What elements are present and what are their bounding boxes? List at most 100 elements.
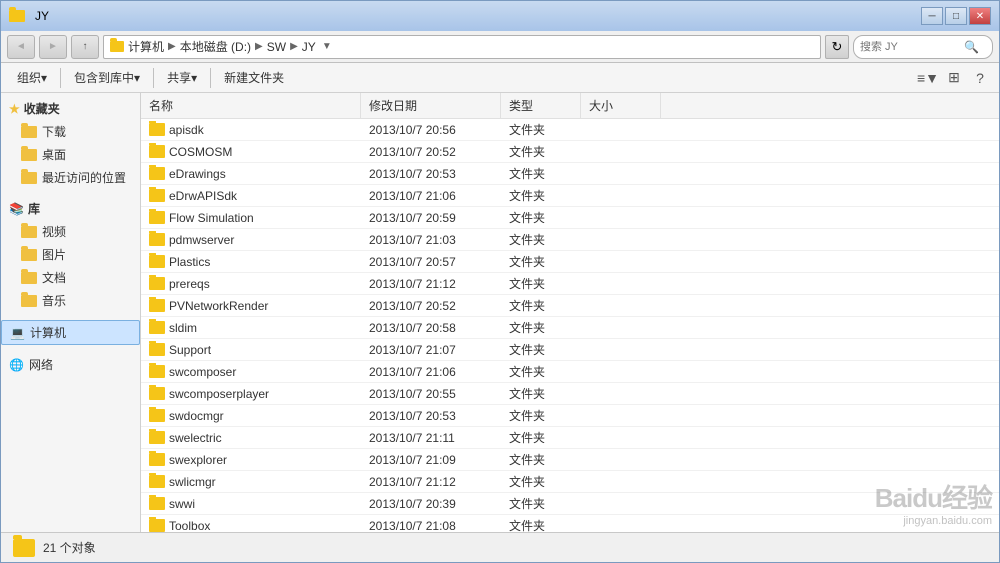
table-row[interactable]: eDrawings 2013/10/7 20:53 文件夹	[141, 163, 999, 185]
table-row[interactable]: swcomposerplayer 2013/10/7 20:55 文件夹	[141, 383, 999, 405]
file-name-cell: COSMOSM	[141, 143, 361, 161]
table-row[interactable]: swelectric 2013/10/7 21:11 文件夹	[141, 427, 999, 449]
table-row[interactable]: swexplorer 2013/10/7 21:09 文件夹	[141, 449, 999, 471]
table-row[interactable]: apisdk 2013/10/7 20:56 文件夹	[141, 119, 999, 141]
file-name: swcomposerplayer	[169, 387, 269, 401]
file-name-cell: swelectric	[141, 429, 361, 447]
file-name-cell: Toolbox	[141, 517, 361, 533]
file-type-cell: 文件夹	[501, 229, 581, 250]
file-name: pdmwserver	[169, 233, 234, 247]
folder-icon	[149, 211, 165, 224]
sidebar-item-music[interactable]: 音乐	[1, 289, 140, 312]
table-row[interactable]: swwi 2013/10/7 20:39 文件夹	[141, 493, 999, 515]
table-row[interactable]: prereqs 2013/10/7 21:12 文件夹	[141, 273, 999, 295]
toolbar-separator-3	[210, 68, 211, 88]
sidebar-item-documents[interactable]: 文档	[1, 266, 140, 289]
table-row[interactable]: Toolbox 2013/10/7 21:08 文件夹	[141, 515, 999, 532]
file-size-cell	[581, 194, 661, 198]
view-details-button[interactable]: ≡▼	[917, 67, 939, 89]
path-jy[interactable]: JY	[302, 40, 316, 54]
file-size-cell	[581, 216, 661, 220]
path-computer[interactable]: 计算机	[128, 38, 164, 55]
table-row[interactable]: Plastics 2013/10/7 20:57 文件夹	[141, 251, 999, 273]
column-header-date[interactable]: 修改日期	[361, 93, 501, 118]
table-row[interactable]: COSMOSM 2013/10/7 20:52 文件夹	[141, 141, 999, 163]
table-row[interactable]: Support 2013/10/7 21:07 文件夹	[141, 339, 999, 361]
status-text: 21 个对象	[43, 539, 96, 556]
file-name-cell: swwi	[141, 495, 361, 513]
sidebar-item-network[interactable]: 🌐 网络	[1, 353, 140, 376]
file-type-cell: 文件夹	[501, 119, 581, 140]
help-button[interactable]: ?	[969, 67, 991, 89]
path-drive[interactable]: 本地磁盘 (D:)	[180, 38, 251, 55]
file-name-cell: apisdk	[141, 121, 361, 139]
organize-button[interactable]: 组织▾	[9, 66, 55, 90]
file-date-cell: 2013/10/7 21:08	[361, 517, 501, 533]
sidebar-item-pictures[interactable]: 图片	[1, 243, 140, 266]
column-header-type[interactable]: 类型	[501, 93, 581, 118]
file-date-cell: 2013/10/7 21:06	[361, 363, 501, 381]
folder-icon	[149, 519, 165, 532]
table-row[interactable]: sldim 2013/10/7 20:58 文件夹	[141, 317, 999, 339]
file-name-cell: PVNetworkRender	[141, 297, 361, 315]
refresh-button[interactable]: ↻	[825, 35, 849, 59]
sidebar-item-computer[interactable]: 💻 计算机	[1, 320, 140, 345]
file-date-cell: 2013/10/7 20:57	[361, 253, 501, 271]
search-icon[interactable]: 🔍	[964, 40, 979, 54]
add-to-library-button[interactable]: 包含到库中▾	[66, 66, 148, 90]
file-type-cell: 文件夹	[501, 141, 581, 162]
table-row[interactable]: PVNetworkRender 2013/10/7 20:52 文件夹	[141, 295, 999, 317]
table-row[interactable]: pdmwserver 2013/10/7 21:03 文件夹	[141, 229, 999, 251]
table-row[interactable]: Flow Simulation 2013/10/7 20:59 文件夹	[141, 207, 999, 229]
file-size-cell	[581, 282, 661, 286]
file-size-cell	[581, 348, 661, 352]
close-button[interactable]: ✕	[969, 7, 991, 25]
up-button[interactable]: ↑	[71, 35, 99, 59]
library-header[interactable]: 📚 库	[1, 197, 140, 220]
path-arrow-3: ▶	[290, 41, 298, 52]
address-path[interactable]: 计算机 ▶ 本地磁盘 (D:) ▶ SW ▶ JY ▼	[103, 35, 821, 59]
back-button[interactable]: ◄	[7, 35, 35, 59]
table-row[interactable]: swlicmgr 2013/10/7 21:12 文件夹	[141, 471, 999, 493]
table-row[interactable]: eDrwAPISdk 2013/10/7 21:06 文件夹	[141, 185, 999, 207]
table-row[interactable]: swdocmgr 2013/10/7 20:53 文件夹	[141, 405, 999, 427]
share-button[interactable]: 共享▾	[159, 66, 205, 90]
file-name: Support	[169, 343, 211, 357]
file-type-cell: 文件夹	[501, 471, 581, 492]
forward-button[interactable]: ►	[39, 35, 67, 59]
toolbar-right: ≡▼ ⊞ ?	[917, 67, 991, 89]
file-type-cell: 文件夹	[501, 317, 581, 338]
documents-folder-icon	[21, 272, 37, 284]
file-type-cell: 文件夹	[501, 493, 581, 514]
desktop-folder-icon	[21, 149, 37, 161]
table-row[interactable]: swcomposer 2013/10/7 21:06 文件夹	[141, 361, 999, 383]
sidebar-item-video[interactable]: 视频	[1, 220, 140, 243]
window-title: JY	[35, 9, 49, 23]
sidebar-item-desktop[interactable]: 桌面	[1, 143, 140, 166]
view-tiles-button[interactable]: ⊞	[943, 67, 965, 89]
library-icon: 📚	[9, 202, 24, 216]
search-input[interactable]	[860, 41, 960, 53]
sidebar: ★ 收藏夹 下载 桌面 最近访问的位置 📚	[1, 93, 141, 532]
maximize-button[interactable]: □	[945, 7, 967, 25]
minimize-button[interactable]: ─	[921, 7, 943, 25]
file-date-cell: 2013/10/7 21:12	[361, 473, 501, 491]
favorites-header[interactable]: ★ 收藏夹	[1, 97, 140, 120]
computer-icon: 💻	[10, 326, 25, 340]
file-list: 名称 修改日期 类型 大小 apisdk 2013/10/7 20:56 文件夹…	[141, 93, 999, 532]
folder-icon	[149, 431, 165, 444]
sidebar-item-download[interactable]: 下载	[1, 120, 140, 143]
network-icon: 🌐	[9, 358, 24, 372]
file-type-cell: 文件夹	[501, 207, 581, 228]
column-header-size[interactable]: 大小	[581, 93, 661, 118]
sidebar-item-recent[interactable]: 最近访问的位置	[1, 166, 140, 189]
file-size-cell	[581, 414, 661, 418]
file-date-cell: 2013/10/7 20:56	[361, 121, 501, 139]
search-box: 🔍	[853, 35, 993, 59]
column-header-name[interactable]: 名称	[141, 93, 361, 118]
new-folder-button[interactable]: 新建文件夹	[216, 66, 292, 90]
file-name: eDrawings	[169, 167, 226, 181]
file-rows-container: apisdk 2013/10/7 20:56 文件夹 COSMOSM 2013/…	[141, 119, 999, 532]
path-sw[interactable]: SW	[267, 40, 286, 54]
folder-icon	[149, 189, 165, 202]
